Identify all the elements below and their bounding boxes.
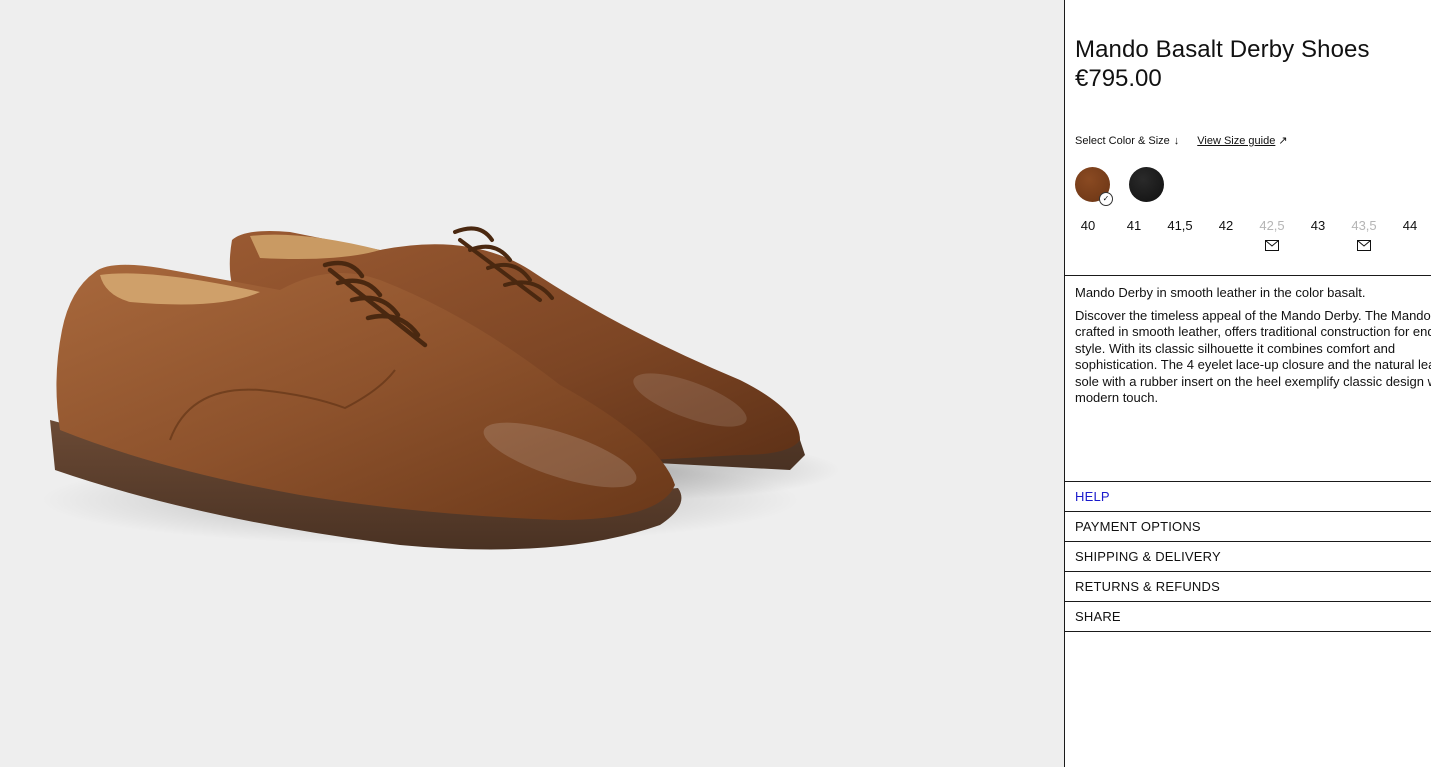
description-body: Discover the timeless appeal of the Mand… xyxy=(1075,307,1431,406)
mail-icon[interactable] xyxy=(1265,240,1279,251)
select-color-size-label[interactable]: Select Color & Size xyxy=(1075,135,1170,147)
product-image xyxy=(0,0,1064,767)
product-price: €795.00 xyxy=(1075,65,1162,92)
product-description: Mando Derby in smooth leather in the col… xyxy=(1075,285,1431,413)
accordion-share[interactable]: SHARE xyxy=(1065,601,1431,631)
accordion-help[interactable]: HELP xyxy=(1065,481,1431,511)
arrow-down-icon: ↓ xyxy=(1173,134,1180,147)
divider xyxy=(1065,275,1431,276)
size-option-41-5[interactable]: 41,5 xyxy=(1165,218,1195,233)
accordion-payment-label[interactable]: PAYMENT OPTIONS xyxy=(1075,519,1201,534)
check-icon: ✓ xyxy=(1099,192,1113,206)
product-title: Mando Basalt Derby Shoes xyxy=(1075,36,1370,63)
size-option-44[interactable]: 44 xyxy=(1395,218,1425,233)
arrow-up-right-icon: ↗ xyxy=(1278,135,1288,147)
size-option-42-5[interactable]: 42,5 xyxy=(1257,218,1287,233)
selector-header: Select Color & Size ↓ View Size guide ↗ xyxy=(1075,134,1288,148)
size-option-40[interactable]: 40 xyxy=(1073,218,1103,233)
size-option-41[interactable]: 41 xyxy=(1119,218,1149,233)
accordion-payment-options[interactable]: PAYMENT OPTIONS xyxy=(1065,511,1431,541)
accordion-share-label[interactable]: SHARE xyxy=(1075,609,1121,624)
accordion-help-label[interactable]: HELP xyxy=(1075,489,1110,504)
description-summary: Mando Derby in smooth leather in the col… xyxy=(1075,285,1366,300)
accordion-shipping-label[interactable]: SHIPPING & DELIVERY xyxy=(1075,549,1221,564)
shoe-illustration xyxy=(40,226,840,550)
color-swatch-black[interactable] xyxy=(1129,167,1164,202)
mail-icon[interactable] xyxy=(1357,240,1371,251)
product-panel: Mando Basalt Derby Shoes €795.00 Select … xyxy=(1064,0,1431,767)
accordion-returns-refunds[interactable]: RETURNS & REFUNDS xyxy=(1065,571,1431,601)
size-option-43[interactable]: 43 xyxy=(1303,218,1333,233)
size-guide-link[interactable]: View Size guide xyxy=(1197,135,1275,147)
accordion-returns-label[interactable]: RETURNS & REFUNDS xyxy=(1075,579,1220,594)
size-option-42[interactable]: 42 xyxy=(1211,218,1241,233)
size-option-43-5[interactable]: 43,5 xyxy=(1349,218,1379,233)
accordion-shipping-delivery[interactable]: SHIPPING & DELIVERY xyxy=(1065,541,1431,571)
divider xyxy=(1065,631,1431,632)
